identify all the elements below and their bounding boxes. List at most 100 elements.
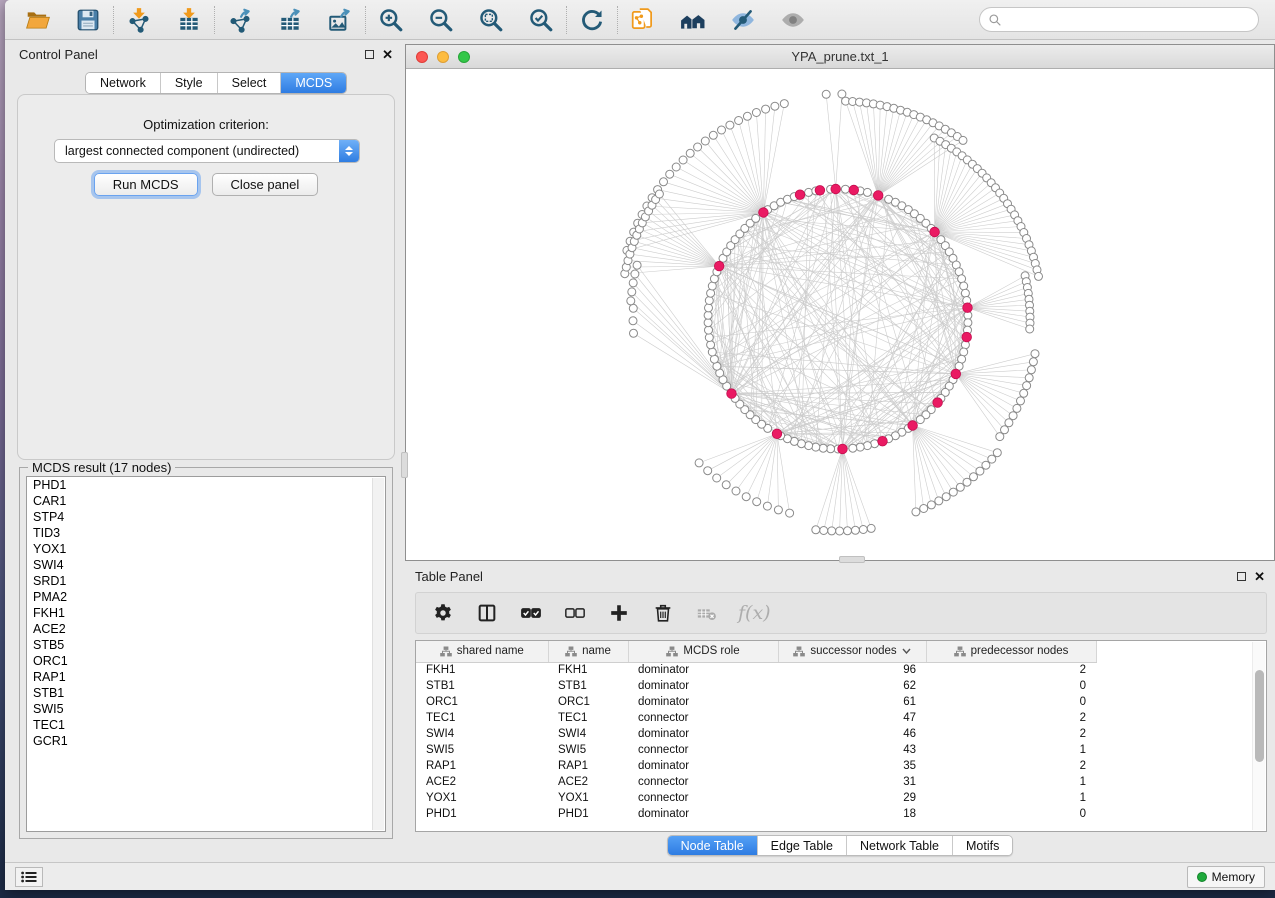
column-header-name[interactable]: name [548,641,628,662]
table-settings-icon[interactable] [430,600,456,626]
vertical-splitter-handle[interactable] [401,452,408,478]
task-history-button[interactable] [15,867,43,887]
search-input[interactable] [1007,13,1250,27]
import-network-icon[interactable] [124,5,154,35]
network-canvas[interactable] [406,69,1274,560]
table-cell[interactable]: RAP1 [416,758,548,774]
zoom-in-icon[interactable] [376,5,406,35]
table-row[interactable]: FKH1FKH1dominator962 [416,662,1096,678]
mcds-result-item[interactable]: TID3 [27,525,385,541]
table-cell[interactable]: 35 [778,758,926,774]
table-cell[interactable]: dominator [628,758,778,774]
mcds-result-item[interactable]: STP4 [27,509,385,525]
zoom-selected-icon[interactable] [526,5,556,35]
export-image-icon[interactable] [325,5,355,35]
deselect-all-icon[interactable] [562,600,588,626]
table-cell[interactable]: 1 [926,774,1096,790]
table-cell[interactable]: YOX1 [548,790,628,806]
mcds-result-item[interactable]: ORC1 [27,653,385,669]
mcds-result-item[interactable]: PMA2 [27,589,385,605]
table-cell[interactable]: ORC1 [548,694,628,710]
table-cell[interactable]: PHD1 [548,806,628,822]
table-row[interactable]: RAP1RAP1dominator352 [416,758,1096,774]
float-panel-icon[interactable] [365,50,374,59]
criterion-dropdown[interactable]: largest connected component (undirected) [54,139,360,163]
table-cell[interactable]: 29 [778,790,926,806]
mcds-result-list[interactable]: PHD1CAR1STP4TID3YOX1SWI4SRD1PMA2FKH1ACE2… [26,476,386,832]
tab-style[interactable]: Style [161,73,218,93]
table-row[interactable]: TEC1TEC1connector472 [416,710,1096,726]
table-cell[interactable]: ACE2 [548,774,628,790]
table-cell[interactable]: 43 [778,742,926,758]
zoom-fit-icon[interactable] [476,5,506,35]
table-cell[interactable]: 0 [926,678,1096,694]
mcds-result-item[interactable]: YOX1 [27,541,385,557]
close-panel-icon[interactable]: ✕ [382,50,393,59]
table-row[interactable]: PHD1PHD1dominator180 [416,806,1096,822]
mcds-result-item[interactable]: SWI5 [27,701,385,717]
table-cell[interactable]: 18 [778,806,926,822]
table-cell[interactable]: 0 [926,806,1096,822]
table-row[interactable]: SWI4SWI4dominator462 [416,726,1096,742]
search-box[interactable] [979,7,1259,32]
table-cell[interactable]: FKH1 [548,662,628,678]
hide-selected-icon[interactable] [728,5,758,35]
mcds-list-scrollbar[interactable] [372,478,384,830]
table-cell[interactable]: TEC1 [416,710,548,726]
table-cell[interactable]: YOX1 [416,790,548,806]
tab-node-table[interactable]: Node Table [668,836,758,855]
table-cell[interactable]: 47 [778,710,926,726]
column-header-successor-nodes[interactable]: successor nodes [778,641,926,662]
close-panel-button[interactable]: Close panel [212,173,319,196]
table-row[interactable]: ACE2ACE2connector311 [416,774,1096,790]
table-cell[interactable]: 1 [926,742,1096,758]
table-cell[interactable]: 46 [778,726,926,742]
table-cell[interactable]: connector [628,774,778,790]
refresh-icon[interactable] [577,5,607,35]
network-window-titlebar[interactable]: YPA_prune.txt_1 [406,45,1274,69]
export-table-icon[interactable] [275,5,305,35]
delete-row-icon[interactable] [650,600,676,626]
table-cell[interactable]: dominator [628,806,778,822]
minimize-window-icon[interactable] [437,51,449,63]
add-row-icon[interactable] [606,600,632,626]
table-cell[interactable]: STB1 [416,678,548,694]
maximize-window-icon[interactable] [458,51,470,63]
column-layout-icon[interactable] [474,600,500,626]
open-file-icon[interactable] [23,5,53,35]
network-graph[interactable] [406,69,1274,560]
table-row[interactable]: SWI5SWI5connector431 [416,742,1096,758]
node-table[interactable]: shared namenameMCDS rolesuccessor nodesp… [415,640,1267,832]
table-cell[interactable]: 61 [778,694,926,710]
tab-mcds[interactable]: MCDS [281,73,346,93]
tab-network-table[interactable]: Network Table [847,836,953,855]
table-cell[interactable]: RAP1 [548,758,628,774]
mcds-result-item[interactable]: ACE2 [27,621,385,637]
mcds-result-item[interactable]: TEC1 [27,717,385,733]
table-cell[interactable]: dominator [628,694,778,710]
mcds-result-item[interactable]: GCR1 [27,733,385,749]
mcds-result-item[interactable]: STB5 [27,637,385,653]
column-header-predecessor-nodes[interactable]: predecessor nodes [926,641,1096,662]
mcds-result-item[interactable]: PHD1 [27,477,385,493]
tab-select[interactable]: Select [218,73,282,93]
table-cell[interactable]: 62 [778,678,926,694]
table-cell[interactable]: STB1 [548,678,628,694]
table-scrollbar-thumb[interactable] [1255,670,1264,762]
table-cell[interactable]: connector [628,710,778,726]
table-cell[interactable]: 31 [778,774,926,790]
select-all-icon[interactable] [518,600,544,626]
table-cell[interactable]: dominator [628,678,778,694]
table-row[interactable]: YOX1YOX1connector291 [416,790,1096,806]
table-cell[interactable]: SWI5 [548,742,628,758]
import-table-icon[interactable] [174,5,204,35]
table-cell[interactable]: connector [628,742,778,758]
table-scrollbar[interactable] [1252,642,1265,830]
column-header-shared-name[interactable]: shared name [416,641,548,662]
table-cell[interactable]: connector [628,790,778,806]
table-cell[interactable]: 2 [926,710,1096,726]
table-row[interactable]: STB1STB1dominator620 [416,678,1096,694]
mcds-result-item[interactable]: FKH1 [27,605,385,621]
table-cell[interactable]: SWI4 [416,726,548,742]
table-row[interactable]: ORC1ORC1dominator610 [416,694,1096,710]
